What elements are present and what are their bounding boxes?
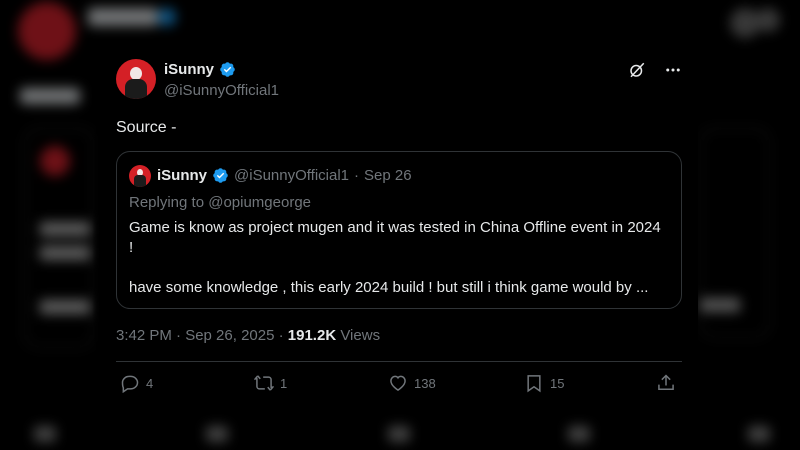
replying-to: Replying to @opiumgeorge — [129, 194, 311, 211]
top-actions — [628, 61, 682, 79]
replying-mention: @opiumgeorge — [208, 194, 312, 211]
bg-title — [20, 88, 80, 104]
views-count: 191.2K — [287, 327, 337, 344]
timestamp-text[interactable]: 3:42 PM · Sep 26, 2025 · — [116, 327, 284, 344]
bg-avatar — [18, 2, 76, 60]
bg-avatar-small — [40, 146, 70, 176]
repost-count: 1 — [280, 375, 288, 391]
reply-button[interactable]: 4 — [120, 373, 153, 393]
tweet-actions: 4 1 138 15 — [116, 373, 682, 397]
quoted-header: iSunny @iSunnyOfficial1 · Sep 26 — [157, 167, 412, 184]
quoted-author-name: iSunny — [157, 167, 208, 184]
reply-count: 4 — [146, 375, 154, 391]
bookmark-icon — [527, 375, 541, 393]
author-handle[interactable]: @iSunnyOfficial1 — [164, 82, 279, 99]
tweet-panel: iSunny @iSunnyOfficial1 Source - iSunny … — [92, 43, 698, 407]
heart-icon — [390, 375, 406, 391]
quoted-author-handle: @iSunnyOfficial1 — [234, 167, 350, 184]
bg-line — [40, 222, 90, 236]
quoted-text-line: have some knowledge , this early 2024 bu… — [129, 279, 649, 296]
quoted-text: Game is know as project mugen and it was… — [129, 218, 669, 298]
author-name[interactable]: iSunny — [164, 61, 214, 78]
views-label: Views — [340, 327, 381, 344]
like-button[interactable]: 138 — [388, 373, 436, 393]
repost-icon — [254, 375, 274, 391]
quoted-date: Sep 26 — [364, 167, 412, 184]
verified-badge-icon — [213, 168, 228, 183]
author-name-row: iSunny — [164, 61, 236, 78]
like-count: 138 — [414, 375, 436, 391]
bg-badge — [158, 8, 176, 26]
share-icon — [658, 374, 674, 390]
repost-button[interactable]: 1 — [254, 373, 287, 393]
bg-line — [700, 298, 740, 312]
share-button[interactable] — [656, 373, 676, 393]
bg-name — [88, 8, 158, 26]
bg-line — [40, 300, 90, 314]
tweet-timestamp: 3:42 PM · Sep 26, 2025 · 191.2K Views — [116, 327, 380, 344]
tweet-text: Source - — [116, 119, 177, 136]
quoted-avatar — [129, 165, 151, 187]
quoted-text-line: Game is know as project mugen and it was… — [129, 219, 661, 256]
bg-line — [40, 246, 90, 260]
bg-icon — [756, 8, 780, 32]
quoted-tweet[interactable]: iSunny @iSunnyOfficial1 · Sep 26 Replyin… — [116, 151, 682, 309]
quoted-separator: · — [354, 167, 360, 184]
divider — [116, 361, 682, 362]
verified-badge-icon — [220, 62, 235, 77]
grok-icon[interactable] — [628, 61, 646, 79]
more-icon[interactable] — [664, 61, 682, 79]
bookmark-count: 15 — [550, 375, 565, 391]
bg-bottom-bar — [0, 420, 800, 450]
author-avatar[interactable] — [116, 59, 156, 99]
replying-prefix: Replying to — [129, 194, 205, 211]
reply-icon — [121, 375, 139, 393]
bookmark-button[interactable]: 15 — [524, 373, 564, 393]
